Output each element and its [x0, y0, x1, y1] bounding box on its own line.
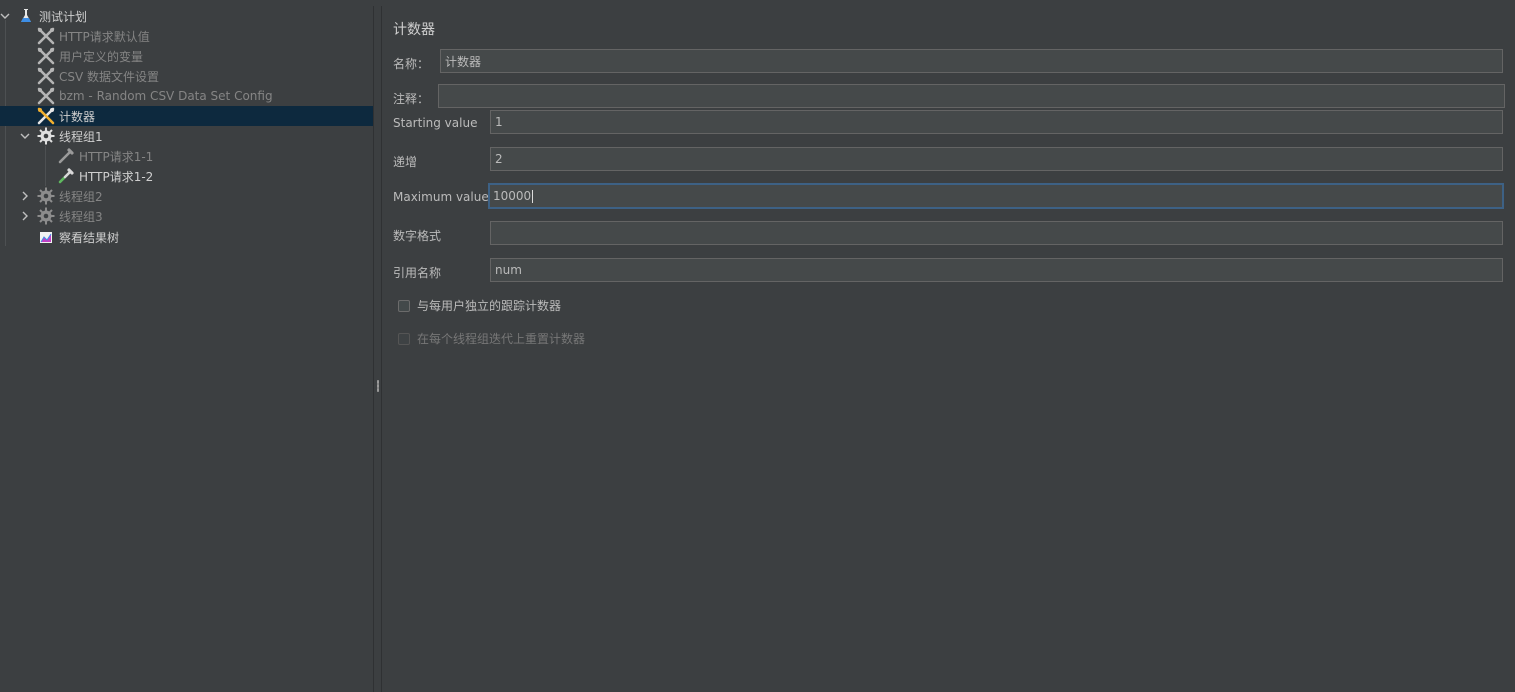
chart-icon: [36, 227, 56, 247]
panel-title: 计数器: [393, 22, 435, 38]
tree-item-random-csv[interactable]: bzm - Random CSV Data Set Config: [0, 86, 373, 106]
tree-item-test-plan[interactable]: 测试计划: [0, 6, 373, 26]
comment-label: 注释：: [393, 92, 430, 106]
panel-splitter[interactable]: [373, 6, 382, 692]
wrench-icon: [36, 66, 56, 86]
tree-item-label: 察看结果树: [59, 230, 120, 245]
maximum-value-field[interactable]: 10000: [488, 183, 1504, 209]
starting-value-label: Starting value: [393, 116, 478, 130]
tree-item-thread-group-1[interactable]: 线程组1: [0, 126, 373, 146]
tree-item-label: 线程组3: [59, 209, 103, 224]
wrench-icon: [36, 86, 56, 106]
tree-item-label: 测试计划: [39, 9, 88, 24]
starting-value-field-value: 1: [495, 115, 503, 129]
tree-item-label: HTTP请求1-2: [79, 169, 154, 184]
track-per-user-checkbox[interactable]: [398, 299, 410, 312]
wrench-icon: [36, 26, 56, 46]
chevron-right-icon[interactable]: [20, 206, 30, 226]
tree-item-label: HTTP请求1-1: [79, 149, 154, 164]
tree-item-thread-group-3[interactable]: 线程组3: [0, 206, 373, 226]
pipette-icon: [56, 146, 76, 166]
jmeter-window: 测试计划 HTTP请求默认值 用户定义的变量 CSV 数据文件设置 bzm - …: [0, 0, 1515, 692]
chevron-right-icon[interactable]: [20, 186, 30, 206]
reference-name-field[interactable]: num: [490, 258, 1503, 282]
maximum-value-field-value: 10000: [493, 189, 532, 203]
name-field-value: 计数器: [445, 54, 482, 69]
tree-item-http-request-1-1[interactable]: HTTP请求1-1: [0, 146, 373, 166]
name-field[interactable]: 计数器: [440, 49, 1503, 73]
wrench-icon: [36, 106, 56, 126]
tree-item-label: 线程组1: [59, 129, 103, 144]
tree-item-counter[interactable]: 计数器: [0, 106, 373, 126]
increment-field-value: 2: [495, 152, 503, 166]
pipette-icon: [56, 166, 76, 186]
tree-item-thread-group-2[interactable]: 线程组2: [0, 186, 373, 206]
tree-item-csv-config[interactable]: CSV 数据文件设置: [0, 66, 373, 86]
starting-value-field[interactable]: 1: [490, 110, 1503, 134]
reference-name-label: 引用名称: [393, 266, 442, 280]
track-per-user-label: 与每用户独立的跟踪计数器: [417, 299, 562, 313]
number-format-label: 数字格式: [393, 229, 442, 243]
tree-item-http-defaults[interactable]: HTTP请求默认值: [0, 26, 373, 46]
reference-name-field-value: num: [495, 263, 522, 277]
reset-per-iteration-label: 在每个线程组迭代上重置计数器: [417, 332, 586, 346]
chevron-down-icon[interactable]: [20, 126, 30, 146]
increment-label: 递增: [393, 155, 418, 169]
splitter-grip-icon[interactable]: [377, 380, 379, 392]
reset-per-iteration-checkbox: [398, 332, 410, 345]
increment-field[interactable]: 2: [490, 147, 1503, 171]
tree-item-user-variables[interactable]: 用户定义的变量: [0, 46, 373, 66]
number-format-field[interactable]: [490, 221, 1503, 245]
tree-item-label: CSV 数据文件设置: [59, 69, 160, 84]
tree-item-label: 线程组2: [59, 189, 103, 204]
tree-item-label: 计数器: [59, 109, 96, 124]
wrench-icon: [36, 46, 56, 66]
tree-item-label: bzm - Random CSV Data Set Config: [59, 89, 273, 103]
tree-item-label: 用户定义的变量: [59, 49, 144, 64]
gear-icon: [36, 206, 56, 226]
track-per-user-row[interactable]: 与每用户独立的跟踪计数器: [398, 297, 561, 314]
gear-icon: [36, 186, 56, 206]
text-caret: [532, 189, 534, 203]
test-plan-tree: 测试计划 HTTP请求默认值 用户定义的变量 CSV 数据文件设置 bzm - …: [0, 6, 373, 692]
comment-field[interactable]: [438, 84, 1505, 108]
name-label: 名称：: [393, 57, 430, 71]
tree-item-http-request-1-2[interactable]: HTTP请求1-2: [0, 166, 373, 186]
gear-icon: [36, 126, 56, 146]
flask-icon: [16, 6, 36, 26]
counter-config-panel: 计数器 名称： 计数器 注释： Starting value 1 递增 2 Ma…: [382, 6, 1515, 692]
tree-item-results-tree[interactable]: 察看结果树: [0, 227, 373, 247]
reset-per-iteration-row: 在每个线程组迭代上重置计数器: [398, 330, 585, 347]
chevron-down-icon[interactable]: [0, 6, 10, 26]
maximum-value-label: Maximum value: [393, 190, 489, 204]
tree-item-label: HTTP请求默认值: [59, 29, 150, 44]
